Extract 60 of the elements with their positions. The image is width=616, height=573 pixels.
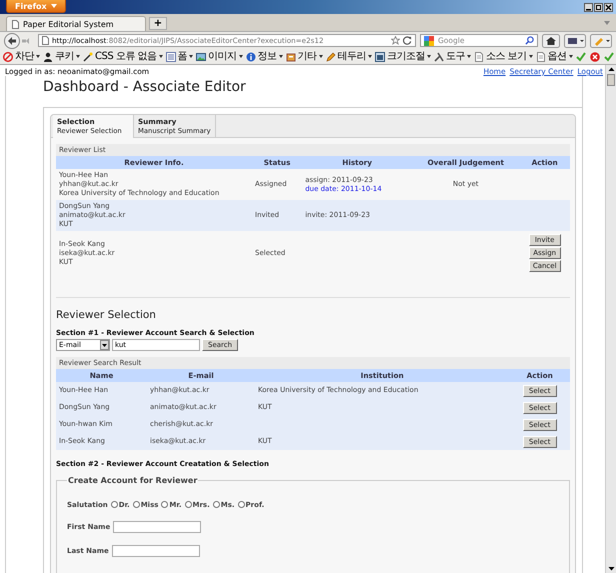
toolbar-item[interactable]: 옵션 [536, 52, 573, 62]
caret-icon [189, 55, 194, 58]
wand-icon [83, 52, 93, 62]
caret-icon [568, 55, 573, 58]
caret-icon [368, 55, 372, 58]
blocked-icon [3, 52, 13, 62]
page-icon [536, 52, 546, 62]
close-icon[interactable] [604, 2, 613, 12]
input-field[interactable] [113, 521, 202, 533]
toolbar-item[interactable]: 소스 보기 [474, 52, 533, 62]
page-title: Dashboard - Associate Editor [42, 78, 247, 97]
toolbar-item[interactable]: CSS 오류 없음 [83, 52, 163, 62]
toolbar-item[interactable]: 쿠키 [43, 52, 80, 62]
error-icon[interactable] [590, 52, 600, 62]
star-icon[interactable] [391, 36, 400, 45]
scroll-down-icon[interactable] [606, 564, 616, 573]
pencil-icon [326, 52, 336, 62]
caret-icon [467, 55, 472, 58]
page-icon [42, 36, 49, 45]
toolbar-item[interactable]: 크기조절 [375, 52, 432, 62]
toolbar-item[interactable]: 이미지 [196, 52, 243, 62]
maximize-icon[interactable] [594, 2, 603, 12]
caret-icon [528, 55, 533, 58]
image-icon [196, 52, 206, 62]
toolbar-item[interactable]: 테두리 [326, 52, 372, 62]
caret-icon [238, 55, 243, 58]
search-engine-icon[interactable] [424, 36, 434, 46]
caret-icon [36, 55, 40, 58]
panel-legend: Create Account for Reviewer [67, 476, 198, 485]
info-icon [246, 52, 256, 62]
scroll-thumb[interactable] [607, 74, 615, 86]
toolbar-item[interactable]: 정보 [246, 52, 283, 62]
page-icon [474, 52, 484, 62]
toolbar-item[interactable]: 기타 [286, 52, 323, 62]
toolbar-item[interactable]: 폼 [166, 52, 194, 62]
new-tab-button[interactable]: + [149, 17, 167, 30]
window-icon[interactable] [564, 34, 586, 48]
minimize-icon[interactable] [584, 2, 593, 12]
caret-icon [278, 55, 283, 58]
toolbar-item[interactable]: 차단 [3, 52, 40, 62]
box-icon [286, 52, 296, 62]
caret-icon [50, 4, 57, 8]
caret-icon [318, 55, 323, 58]
caret-icon [158, 55, 163, 58]
page-icon [12, 20, 19, 28]
search-icon[interactable] [525, 36, 534, 45]
person-icon [43, 52, 53, 62]
form-icon [166, 52, 176, 62]
home-icon[interactable] [542, 34, 560, 48]
check-icon[interactable] [576, 52, 586, 62]
caret-icon [76, 55, 80, 58]
window-icon [375, 52, 386, 62]
browser-tab[interactable]: Paper Editorial System [6, 16, 146, 31]
check-icon[interactable] [604, 52, 614, 62]
caret-icon [427, 55, 432, 58]
section-heading: Reviewer Selection [56, 309, 157, 321]
reload-icon[interactable] [403, 36, 412, 45]
scrollbar[interactable] [605, 65, 616, 573]
toolbar-item[interactable]: 도구 [434, 52, 472, 62]
input-field[interactable] [112, 545, 200, 557]
